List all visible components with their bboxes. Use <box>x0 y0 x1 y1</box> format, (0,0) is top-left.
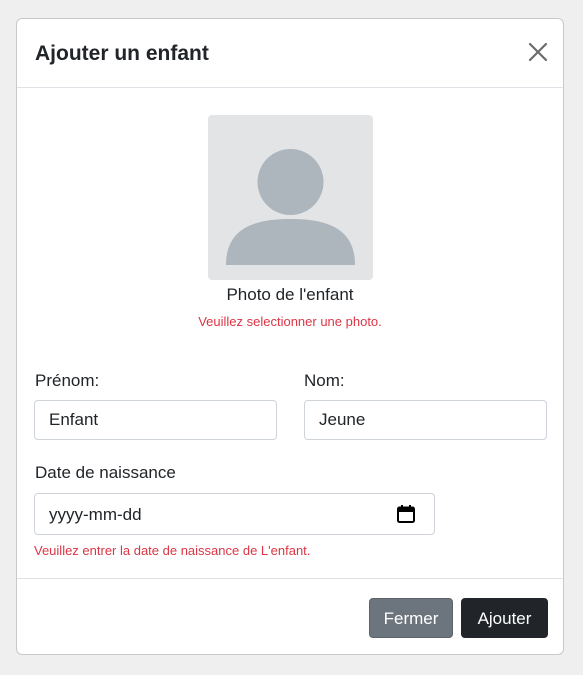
modal-header: Ajouter un enfant <box>17 19 563 88</box>
modal-footer: Fermer Ajouter <box>17 578 563 655</box>
birth-date-error-message: Veuillez entrer la date de naissance de … <box>34 543 311 558</box>
photo-label: Photo de l'enfant <box>226 285 354 304</box>
calendar-icon[interactable] <box>396 504 416 524</box>
add-button[interactable]: Ajouter <box>461 598 548 638</box>
modal-title: Ajouter un enfant <box>35 42 209 65</box>
add-child-modal: Ajouter un enfant Photo de l'enfant Veui… <box>16 18 564 655</box>
last-name-input[interactable]: Jeune <box>304 400 547 440</box>
close-icon[interactable] <box>527 41 549 63</box>
birth-date-label: Date de naissance <box>35 463 176 482</box>
close-button[interactable]: Fermer <box>369 598 453 638</box>
photo-picker[interactable] <box>208 115 373 280</box>
photo-error-message: Veuillez selectionner une photo. <box>198 314 382 329</box>
user-avatar-icon <box>226 149 355 265</box>
birth-date-placeholder: yyyy-mm-dd <box>49 505 142 524</box>
first-name-input[interactable]: Enfant <box>34 400 277 440</box>
birth-date-input[interactable]: yyyy-mm-dd <box>34 493 435 535</box>
last-name-label: Nom: <box>304 371 345 390</box>
first-name-label: Prénom: <box>35 371 100 390</box>
